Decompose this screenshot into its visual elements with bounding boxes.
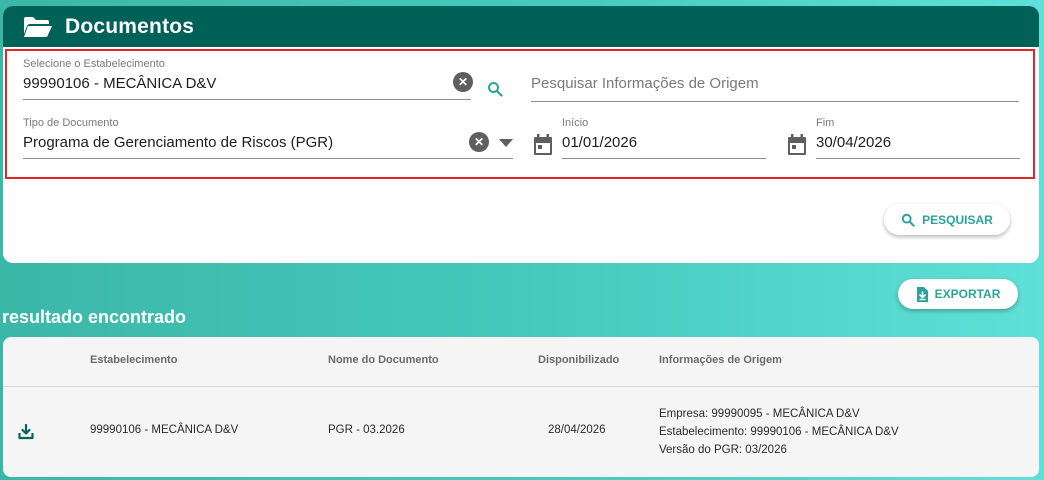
start-date-underline — [562, 158, 766, 159]
row-establishment: 99990106 - MECÂNICA D&V — [90, 424, 239, 436]
documents-card: Documentos Selecione o Estabelecimento 9… — [3, 6, 1039, 263]
row-document-name: PGR - 03.2026 — [328, 424, 405, 436]
establishment-underline — [23, 99, 471, 100]
start-date-input[interactable]: Início 01/01/2026 — [562, 117, 766, 161]
calendar-start-icon[interactable] — [533, 134, 553, 156]
origin-company: Empresa: 99990095 - MECÂNICA D&V — [659, 408, 860, 420]
establishment-value: 99990106 - MECÂNICA D&V — [23, 75, 217, 92]
clear-establishment-icon[interactable]: ✕ — [453, 72, 473, 92]
download-icon[interactable] — [18, 424, 34, 440]
origin-establishment: Estabelecimento: 99990106 - MECÂNICA D&V — [659, 426, 899, 438]
column-header-origin[interactable]: Informações de Origem — [659, 354, 782, 366]
row-available-date: 28/04/2026 — [548, 424, 606, 436]
file-download-icon — [916, 286, 928, 302]
clear-document-type-icon[interactable]: ✕ — [469, 132, 489, 152]
search-establishment-icon[interactable] — [487, 81, 503, 97]
page-title: Documentos — [65, 14, 195, 38]
table-header: Estabelecimento Nome do Documento Dispon… — [3, 337, 1039, 387]
row-origin-info: Empresa: 99990095 - MECÂNICA D&V Estabel… — [659, 405, 899, 459]
table-row: 99990106 - MECÂNICA D&V PGR - 03.2026 28… — [3, 387, 1039, 476]
folder-open-icon — [24, 16, 52, 37]
origin-search-underline — [531, 101, 1019, 102]
end-date-input[interactable]: Fim 30/04/2026 — [816, 117, 1020, 161]
establishment-label: Selecione o Estabelecimento — [23, 58, 165, 70]
establishment-select[interactable]: Selecione o Estabelecimento 99990106 - M… — [23, 58, 473, 102]
export-button-label: EXPORTAR — [934, 287, 1001, 301]
origin-search-input[interactable]: Pesquisar Informações de Origem — [531, 75, 1019, 102]
column-header-establishment[interactable]: Estabelecimento — [90, 354, 177, 366]
results-title: resultado encontrado — [2, 307, 187, 327]
origin-search-placeholder: Pesquisar Informações de Origem — [531, 75, 759, 92]
document-type-underline — [23, 158, 513, 159]
start-date-value: 01/01/2026 — [562, 134, 638, 151]
search-button[interactable]: PESQUISAR — [884, 204, 1010, 235]
search-icon — [901, 213, 915, 227]
column-header-available[interactable]: Disponibilizado — [538, 354, 619, 366]
column-header-document-name[interactable]: Nome do Documento — [328, 354, 439, 366]
document-type-value: Programa de Gerenciamento de Riscos (PGR… — [23, 134, 334, 151]
start-date-label: Início — [562, 117, 589, 129]
document-type-label: Tipo de Documento — [23, 117, 119, 129]
origin-pgr-version: Versão do PGR: 03/2026 — [659, 444, 787, 456]
end-date-underline — [816, 158, 1020, 159]
search-button-label: PESQUISAR — [922, 212, 993, 227]
end-date-label: Fim — [816, 117, 835, 129]
export-button[interactable]: EXPORTAR — [898, 279, 1018, 309]
end-date-value: 30/04/2026 — [816, 134, 892, 151]
filter-panel: Selecione o Estabelecimento 99990106 - M… — [5, 49, 1035, 179]
calendar-end-icon[interactable] — [787, 134, 807, 156]
results-table: Estabelecimento Nome do Documento Dispon… — [3, 337, 1039, 477]
card-header: Documentos — [3, 6, 1039, 47]
chevron-down-icon[interactable] — [499, 139, 513, 147]
document-type-select[interactable]: Tipo de Documento Programa de Gerenciame… — [23, 117, 513, 161]
